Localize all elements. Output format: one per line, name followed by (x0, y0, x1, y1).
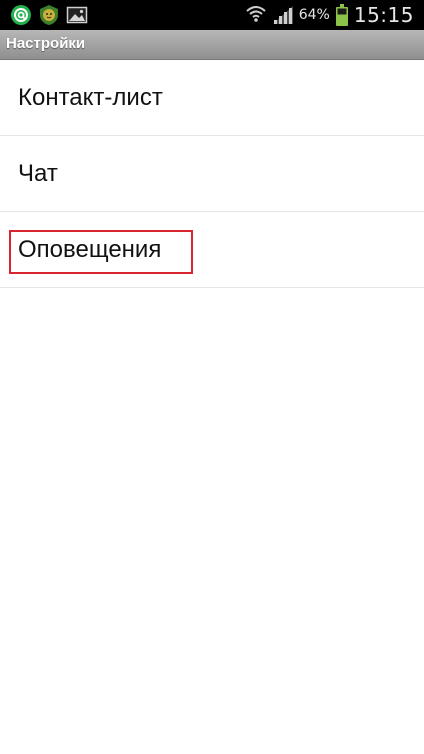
lion-app-notification-icon (40, 5, 58, 25)
battery-percentage: 64% (298, 7, 330, 23)
wifi-icon (246, 6, 266, 22)
settings-item-chat[interactable]: Чат (0, 136, 424, 212)
page-title: Настройки (6, 35, 86, 52)
signal-icon (272, 6, 293, 24)
settings-item-label: Оповещения (18, 236, 162, 263)
status-indicators: 64% 15:15 (245, 0, 414, 30)
notification-icons (10, 4, 88, 26)
at-sign-notification-icon (11, 5, 31, 25)
settings-item-label: Чат (18, 160, 58, 187)
title-bar: Настройки (0, 30, 424, 60)
clock: 15:15 (353, 3, 414, 27)
image-notification-icon (66, 6, 88, 24)
battery-icon (335, 4, 348, 26)
settings-item-contact-list[interactable]: Контакт-лист (0, 60, 424, 136)
settings-item-label: Контакт-лист (18, 84, 163, 111)
settings-item-notifications[interactable]: Оповещения (0, 212, 424, 288)
settings-list: Контакт-лист Чат Оповещения (0, 60, 424, 288)
status-bar: 64% 15:15 (0, 0, 424, 30)
